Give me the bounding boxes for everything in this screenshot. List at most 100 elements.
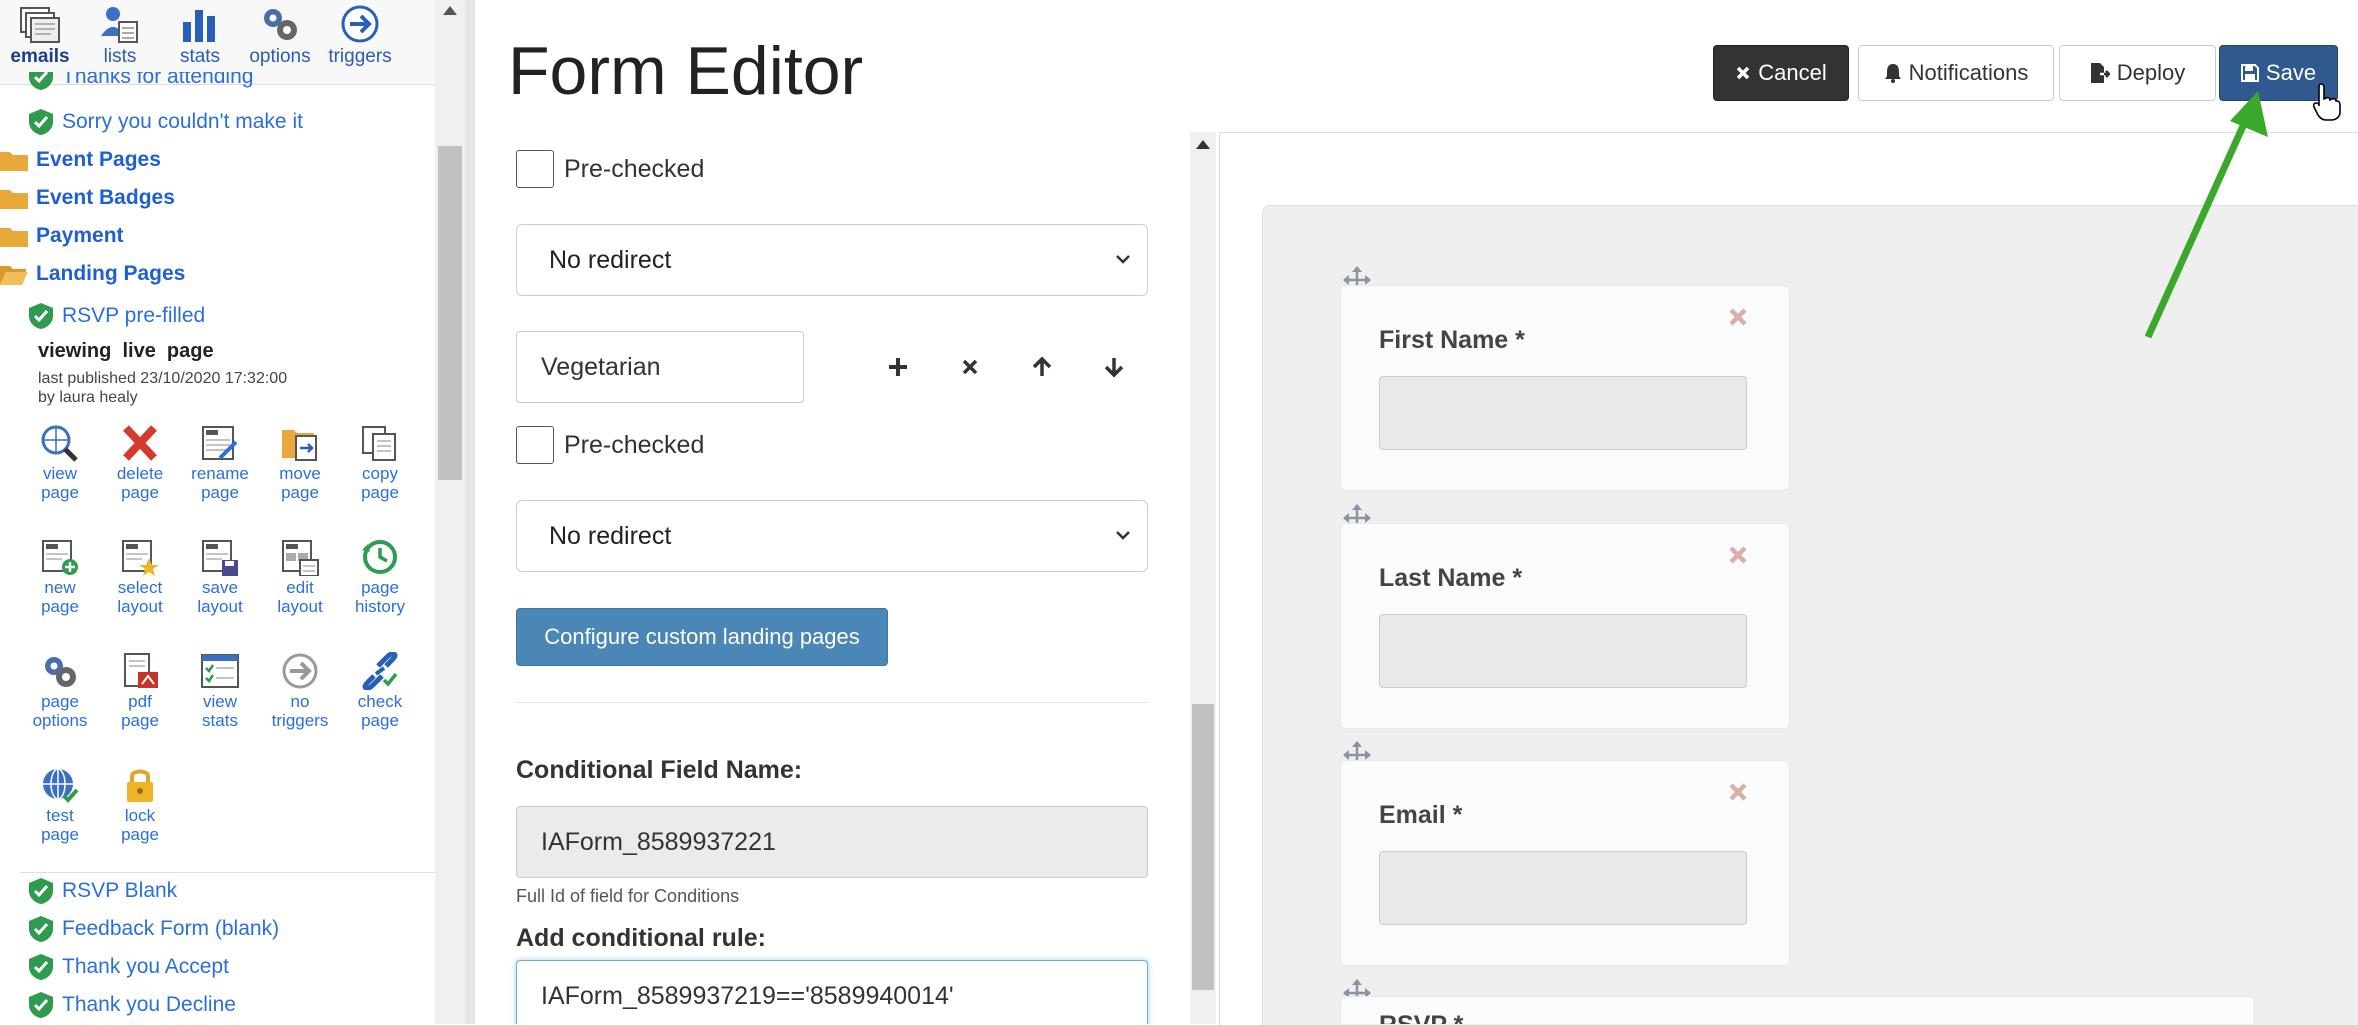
shield-check-icon (29, 916, 53, 942)
tool-delete-page[interactable]: delete page (100, 424, 180, 502)
conditional-field-value: IAForm_8589937221 (541, 827, 776, 856)
tool-no-triggers[interactable]: no triggers (260, 652, 340, 730)
tool-label-line1: pdf (128, 692, 152, 711)
move-option-down-button[interactable] (1094, 347, 1134, 387)
cancel-button[interactable]: Cancel (1713, 45, 1849, 101)
remove-field-icon[interactable] (1727, 544, 1749, 566)
tree-item-rsvp-blank[interactable]: RSVP Blank (28, 877, 177, 905)
tree-item-sorry[interactable]: Sorry you couldn't make it (28, 108, 303, 136)
tool-view-page[interactable]: view page (20, 424, 100, 502)
configure-landing-pages-button[interactable]: Configure custom landing pages (516, 608, 888, 666)
preview-field-input[interactable] (1379, 614, 1747, 688)
scroll-thumb[interactable] (438, 146, 462, 480)
bell-icon (1884, 64, 1901, 83)
preview-field-card[interactable]: Email * (1340, 760, 1790, 966)
tool-label-line2: triggers (271, 711, 329, 730)
preview-field-label: RSVP * (1379, 1011, 1463, 1024)
tree-item-feedback-form[interactable]: Feedback Form (blank) (28, 915, 279, 943)
tree-item-thanks-attending[interactable]: Thanks for attending (28, 72, 253, 96)
tool-label-line1: new (44, 578, 76, 597)
tool-page-history[interactable]: page history (340, 538, 420, 616)
tool-label-line2: page (41, 483, 79, 502)
tool-test-page[interactable]: test page (20, 766, 100, 844)
tree-item-thank-you-accept[interactable]: Thank you Accept (28, 953, 229, 981)
tool-page-options[interactable]: page options (20, 652, 100, 730)
prechecked-checkbox-2[interactable] (516, 426, 554, 464)
scroll-thumb[interactable] (1192, 704, 1214, 990)
tool-move-page[interactable]: move page (260, 424, 340, 502)
tool-view-stats[interactable]: view stats (180, 652, 260, 730)
tree-item-label: Thanks for attending (62, 72, 254, 88)
tool-label-line2: layout (277, 597, 323, 616)
tool-check-page[interactable]: check page (340, 652, 420, 730)
form-panel-scrollbar[interactable] (1190, 132, 1216, 1024)
tool-select-layout[interactable]: select layout (100, 538, 180, 616)
panel-divider[interactable] (465, 0, 475, 1024)
configure-label: Configure custom landing pages (544, 624, 860, 649)
remove-field-icon[interactable] (1727, 306, 1749, 328)
scroll-up-arrow[interactable] (443, 6, 457, 15)
tool-new-page[interactable]: new page (20, 538, 100, 616)
preview-field-card[interactable]: RSVP * (1340, 996, 2255, 1024)
delete-page-icon (100, 424, 180, 464)
hand-pointer-icon (2312, 83, 2341, 121)
page-history-icon (340, 538, 420, 578)
plus-icon (889, 358, 907, 376)
save-label: Save (2265, 60, 2317, 85)
preview-field-card[interactable]: First Name * (1340, 285, 1790, 491)
remove-field-icon[interactable] (1727, 781, 1749, 803)
add-option-button[interactable] (878, 347, 918, 387)
move-option-up-button[interactable] (1022, 347, 1062, 387)
shield-check-icon (29, 303, 53, 329)
no-triggers-icon (260, 652, 340, 692)
folder-event-pages[interactable]: Event Pages (0, 148, 161, 172)
preview-field-input[interactable] (1379, 376, 1747, 450)
redirect-select-2[interactable]: No redirect (516, 500, 1148, 572)
folder-label: Event Badges (36, 186, 175, 209)
remove-option-button[interactable] (950, 347, 990, 387)
sidebar-scrollbar[interactable] (435, 0, 465, 1024)
tool-save-layout[interactable]: save layout (180, 538, 260, 616)
tool-edit-layout[interactable]: edit layout (260, 538, 340, 616)
tree-item-label: RSVP pre-filled (62, 304, 206, 327)
option-value: Vegetarian (541, 352, 661, 381)
page-status: viewing live page (38, 340, 214, 362)
tool-copy-page[interactable]: copy page (340, 424, 420, 502)
tree-item-rsvp-prefilled[interactable]: RSVP pre-filled (28, 302, 205, 330)
folder-payment[interactable]: Payment (0, 224, 124, 248)
folder-event-badges[interactable]: Event Badges (0, 186, 175, 210)
tool-label-line1: move (279, 464, 321, 483)
new-page-icon (20, 538, 100, 578)
cancel-label: Cancel (1758, 60, 1827, 85)
close-icon (962, 359, 978, 375)
sidebar: emails lists stats options triggers Than… (0, 0, 435, 1024)
close-icon (1737, 66, 1750, 80)
folder-icon (0, 190, 28, 209)
prechecked-checkbox-1[interactable] (516, 150, 554, 188)
redirect-select-1[interactable]: No redirect (516, 224, 1148, 296)
tool-label-line1: view (42, 464, 77, 483)
folder-landing-pages[interactable]: Landing Pages (0, 262, 185, 286)
tree-item-label: Thank you Accept (62, 955, 229, 978)
tree-item-thank-you-decline[interactable]: Thank you Decline (28, 991, 236, 1019)
preview-field-card[interactable]: Last Name * (1340, 523, 1790, 729)
preview-field-input[interactable] (1379, 851, 1747, 925)
scroll-up-arrow[interactable] (1196, 140, 1210, 149)
conditional-rule-input[interactable]: IAForm_8589937219=='8589940014' (516, 960, 1148, 1024)
tool-label-line1: check (357, 692, 403, 711)
tool-lock-page[interactable]: lock page (100, 766, 180, 844)
redirect-select-value: No redirect (549, 521, 672, 550)
option-value-input[interactable]: Vegetarian (516, 331, 804, 403)
tool-label-line1: page (361, 578, 399, 597)
tool-label-line1: save (202, 578, 238, 597)
tool-rename-page[interactable]: rename page (180, 424, 260, 502)
copy-page-icon (340, 424, 420, 464)
notifications-button[interactable]: Notifications (1858, 45, 2054, 101)
shield-check-icon (29, 992, 53, 1018)
preview-field-label: Email * (1379, 801, 1463, 829)
tool-pdf-page[interactable]: pdf page (100, 652, 180, 730)
tool-label-line2: layout (197, 597, 243, 616)
check-page-icon (340, 652, 420, 692)
conditional-field-input[interactable]: IAForm_8589937221 (516, 806, 1148, 878)
tool-label-line2: history (354, 597, 406, 616)
